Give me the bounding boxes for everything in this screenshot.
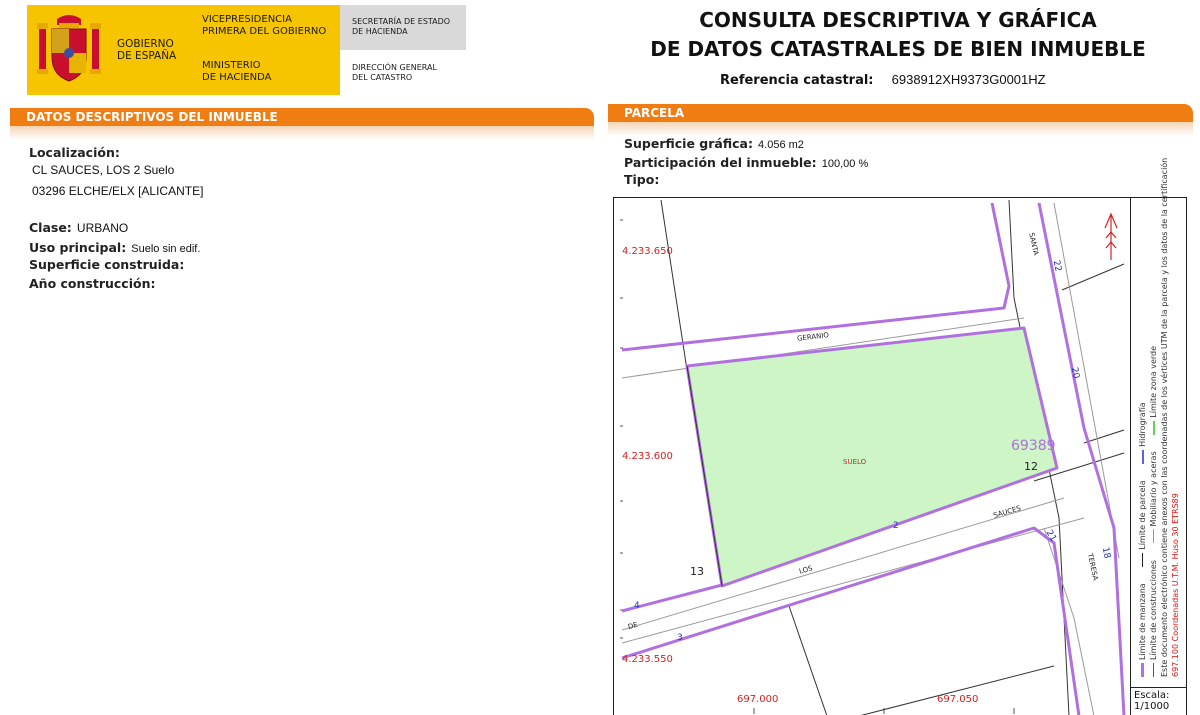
clase-row: Clase: URBANO: [29, 217, 128, 236]
parcel-polygon: [685, 326, 1059, 588]
x-coord-label: 697.000: [737, 694, 779, 705]
localizacion-label: Localización:: [29, 145, 120, 160]
house-number: 4: [634, 601, 640, 611]
house-number: 2: [893, 521, 899, 531]
ref-label: Referencia catastral:: [720, 73, 874, 88]
uso-value: Suelo sin edif.: [131, 243, 201, 255]
section-bar-parcela: PARCELA: [608, 104, 1193, 122]
map-drawing: [620, 199, 1126, 715]
clase-value: URBANO: [76, 221, 129, 235]
north-arrow-icon: [1104, 212, 1118, 260]
superficie-grafica-value: 4.056 m2: [758, 139, 804, 151]
legend-note: Este documento electrónico contiene anex…: [1160, 157, 1169, 677]
ano-construccion-label: Año construcción:: [29, 276, 156, 291]
cadastral-map: 4.233.650 4.233.600 4.233.550 697.000 69…: [613, 197, 1187, 715]
scale-label: Escala:: [1134, 690, 1170, 701]
coat-of-arms-icon: [37, 15, 101, 82]
participacion-value: 100,00 %: [821, 158, 869, 170]
legend-zona-verde: Límite zona verde: [1149, 345, 1158, 418]
x-coord-label: 697.050: [937, 694, 979, 705]
clase-label: Clase:: [29, 220, 72, 235]
document-title: CONSULTA DESCRIPTIVA Y GRÁFICA DE DATOS …: [650, 8, 1146, 61]
scale-box: Escala: 1/1000: [1130, 687, 1187, 715]
y-coord-label: 4.233.650: [622, 246, 673, 257]
government-name: GOBIERNO DE ESPAÑA: [117, 38, 177, 62]
legend-coords-note: 697.100 Coordenadas U.T.M. Huso 30 ETRS8…: [1171, 493, 1180, 677]
house-number: 22: [1050, 259, 1063, 273]
legend-row-1: Límite de manzana Límite de parcela Hidr…: [1137, 207, 1148, 677]
house-number: 3: [677, 633, 683, 643]
localizacion-line-2: 03296 ELCHE/ELX [ALICANTE]: [32, 184, 204, 198]
uso-row: Uso principal: Suelo sin edif.: [29, 237, 200, 256]
tipo-label: Tipo:: [624, 172, 660, 187]
secretaria-label: SECRETARÍA DE ESTADO DE HACIENDA: [352, 17, 451, 36]
y-coord-label: 4.233.600: [622, 451, 673, 462]
legend-mobiliario: Mobiliario y aceras: [1149, 451, 1158, 527]
participacion-row: Participación del inmueble: 100,00 %: [624, 152, 868, 171]
parcel-number-label: 12: [1024, 460, 1038, 473]
legend-manzana: Límite de manzana: [1138, 583, 1147, 660]
house-number: 20: [1068, 366, 1081, 380]
localizacion-line-1: CL SAUCES, LOS 2 Suelo: [32, 163, 175, 177]
referencia-catastral: Referencia catastral: 6938912XH9373G0001…: [720, 72, 1046, 88]
map-legend: Límite de manzana Límite de parcela Hidr…: [1130, 157, 1187, 687]
section-shade-left: [10, 126, 594, 140]
uso-label: Uso principal:: [29, 240, 127, 255]
legend-construcciones: Límite de construcciones: [1149, 560, 1158, 660]
house-number: 18: [1099, 546, 1112, 560]
scale-value: 1/1000: [1134, 701, 1170, 712]
participacion-label: Participación del inmueble:: [624, 155, 817, 170]
parcel-type-label: SUELO: [843, 458, 867, 466]
neighbor-number-label: 13: [690, 565, 704, 578]
superficie-grafica-label: Superficie gráfica:: [624, 136, 753, 151]
direccion-label: DIRECCIÓN GENERAL DEL CATASTRO: [352, 63, 437, 82]
vicepresidencia-label: VICEPRESIDENCIA PRIMERA DEL GOBIERNO: [202, 14, 327, 37]
superficie-construida-label: Superficie construida:: [29, 257, 185, 272]
legend-parcela: Límite de parcela: [1138, 480, 1147, 550]
y-coord-label: 4.233.550: [622, 654, 673, 665]
parcel-id-label: 69389: [1011, 438, 1056, 454]
legend-row-2: Límite de construcciones Mobiliario y ac…: [1148, 207, 1159, 677]
ref-value: 6938912XH9373G0001HZ: [891, 72, 1046, 87]
superficie-grafica-row: Superficie gráfica: 4.056 m2: [624, 133, 804, 152]
ministerio-label: MINISTERIO DE HACIENDA: [202, 60, 272, 83]
section-bar-datos: DATOS DESCRIPTIVOS DEL INMUEBLE: [10, 108, 594, 126]
legend-hidrografia: Hidrografía: [1138, 402, 1147, 447]
